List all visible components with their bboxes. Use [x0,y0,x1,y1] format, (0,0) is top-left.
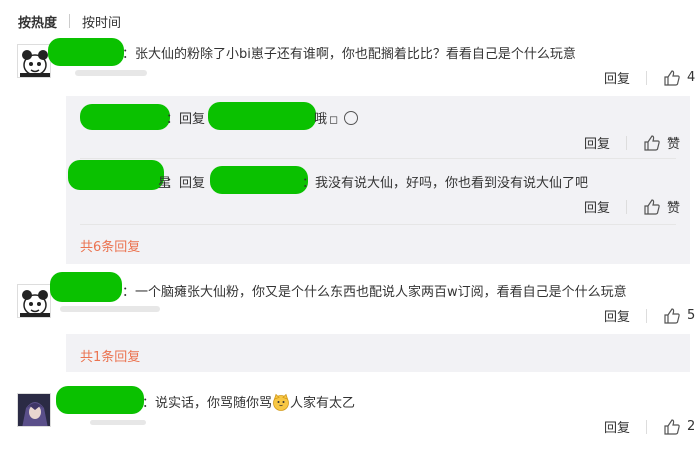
cat-emoji-icon [272,393,290,411]
redacted-username [80,104,170,130]
neutral-face-icon [344,111,359,125]
cartoon-avatar-icon [20,290,50,317]
reply-thread [66,334,690,372]
like-count: 2 [687,419,696,434]
comment-text: ：一个脑瘫张大仙粉，你又是个什么东西也配说人家两百w订阅，看看自己是个什么玩意 [122,285,627,300]
like-thumb-icon[interactable] [663,307,681,325]
sort-by-time-tab[interactable]: 按时间 [82,12,121,31]
redacted-username [68,160,164,190]
like-thumb-icon[interactable] [643,198,661,216]
redacted-username [48,38,124,66]
like-label[interactable]: 赞 [667,197,680,216]
view-more-replies-link[interactable]: 共1条回复 [80,346,140,365]
like-thumb-icon[interactable] [643,134,661,152]
redacted-username-shadow [60,306,160,312]
cartoon-avatar-icon [20,50,50,77]
sub-reply-suffix: ：我没有说大仙，好吗，你也看到没有说大仙了吧 [302,176,589,191]
like-thumb-icon[interactable] [663,69,681,87]
reply-button[interactable]: 回复 [604,68,630,87]
redacted-reply-target [210,166,308,194]
view-more-replies-link[interactable]: 共6条回复 [80,236,140,255]
action-divider [626,135,628,150]
divider [80,158,676,159]
redacted-username-shadow [90,420,146,425]
sub-reply-actions: 回复 赞 [584,133,680,152]
like-count: 5 [687,308,696,323]
comment-text: ：说实话，你骂随你骂 人家有太乙 [142,392,355,411]
avatar[interactable] [17,284,51,318]
sub-reply-text: ：回复 [166,172,205,191]
anime-avatar-icon [18,394,50,426]
reply-prefix: ：回复 [166,112,206,127]
reply-button[interactable]: 回复 [604,417,630,436]
divider [80,224,676,225]
like-label[interactable]: 赞 [667,133,680,152]
placeholder-emoji-icon: ◻ [329,113,339,126]
sort-tabs: 按热度 按时间 [18,10,121,32]
redacted-username-shadow [75,70,147,76]
sub-reply-actions: 回复 赞 [584,197,680,216]
comment-actions: 回复 2 [604,417,695,436]
redacted-username [56,386,144,414]
comment-text-before: ：说实话，你骂随你骂 [142,396,273,411]
avatar[interactable] [17,44,51,78]
reply-suffix: 哦 [314,112,328,127]
redacted-reply-target [208,102,316,130]
comment-actions: 回复 4 [604,68,695,87]
action-divider [646,70,648,85]
reply-button[interactable]: 回复 [604,306,630,325]
comment-text: ：张大仙的粉除了小bi崽子还有谁啊，你也配搁着比比？看看自己是个什么玩意 [122,47,576,62]
redacted-username [50,272,122,302]
like-count: 4 [687,70,696,85]
reply-button[interactable]: 回复 [584,197,610,216]
action-divider [626,199,628,214]
action-divider [646,308,648,323]
avatar[interactable] [17,393,51,427]
sub-reply-text: ：回复 [166,108,205,127]
reply-prefix: ：回复 [166,176,206,191]
tab-divider [69,14,71,28]
action-divider [646,419,648,434]
sub-reply-suffix: 哦 ◻ [314,108,359,127]
reply-button[interactable]: 回复 [584,133,610,152]
comment-text-after: 人家有太乙 [290,396,356,411]
comment-actions: 回复 5 [604,306,695,325]
like-thumb-icon[interactable] [663,418,681,436]
sort-by-hot-tab[interactable]: 按热度 [18,12,57,31]
